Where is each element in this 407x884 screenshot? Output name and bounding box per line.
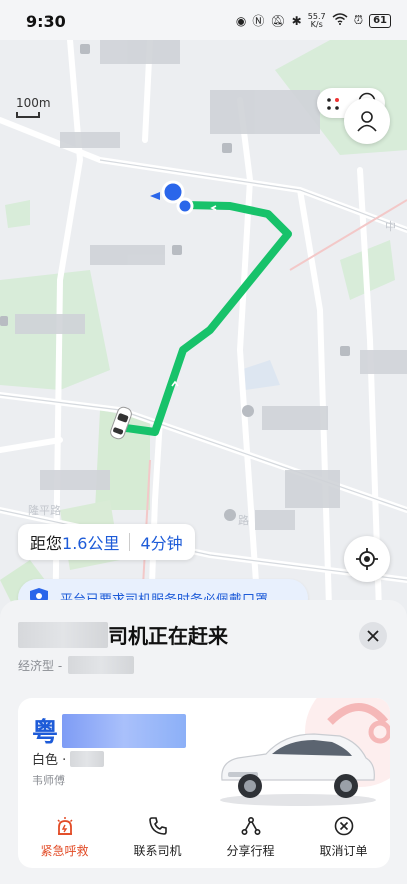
driver-name: 韦师傅 — [32, 774, 65, 787]
more-dots-icon[interactable] — [326, 96, 340, 110]
route-line — [122, 201, 292, 436]
action-bar: 紧急呼救 联系司机 分享行程 取消订单 — [18, 816, 390, 862]
nfc-icon: Ⓝ — [252, 14, 265, 28]
sheet-title: 司机正在赶来 — [18, 620, 228, 649]
car-type-label: 经济型 - — [18, 658, 63, 673]
license-plate: 粤 — [32, 712, 187, 749]
close-icon — [367, 630, 379, 642]
eta-time: 4分钟 — [140, 534, 183, 553]
net-speed: 55.7 K/s — [308, 12, 326, 29]
profile-button[interactable] — [344, 98, 390, 144]
sos-button[interactable]: 紧急呼救 — [18, 816, 111, 862]
redacted-car-info — [70, 750, 105, 767]
sos-label: 紧急呼救 — [40, 844, 89, 858]
cancel-order-label: 取消订单 — [319, 844, 368, 858]
crosshair-icon — [356, 548, 378, 570]
contact-driver-label: 联系司机 — [133, 844, 182, 858]
redacted-name — [18, 621, 108, 648]
share-icon — [240, 816, 261, 836]
contact-driver-button[interactable]: 联系司机 — [111, 816, 204, 862]
bluetooth-icon: ✱ — [291, 13, 302, 28]
share-trip-label: 分享行程 — [226, 844, 275, 858]
road-label: 路 — [238, 514, 249, 527]
eta-prefix: 距您 — [30, 534, 63, 553]
locate-button[interactable] — [344, 536, 390, 582]
passenger-location-icon — [150, 180, 194, 215]
user-icon — [357, 111, 377, 132]
alarm-icon: ⏰︎ — [353, 13, 364, 27]
car-image — [220, 733, 376, 806]
status-bar: 9:30 ◉ Ⓝ 🔕︎ ✱ 55.7 K/s ⏰︎ 61 — [0, 0, 407, 40]
share-trip-button[interactable]: 分享行程 — [204, 816, 297, 862]
map-scale-label: 100m — [16, 96, 51, 110]
mute-icon: 🔕︎ — [270, 13, 286, 28]
sheet-title-text: 司机正在赶来 — [108, 624, 228, 648]
cancel-icon — [334, 816, 353, 836]
wifi-icon — [332, 13, 348, 28]
battery-icon: 61 — [369, 13, 391, 28]
phone-icon — [148, 817, 167, 835]
eta-card: 距您 1.6公里 4分钟 — [18, 524, 195, 560]
eye-comfort-icon: ◉ — [235, 13, 247, 28]
driver-card[interactable]: 粤 白色 · 韦师傅 紧急呼救 联系司机 分享行程 取消订单 — [18, 698, 390, 868]
car-color-label: 白色 · — [32, 753, 67, 768]
map-scale: 100m — [16, 96, 51, 118]
car-type: 经济型 - — [18, 656, 135, 674]
cancel-order-button[interactable]: 取消订单 — [297, 816, 390, 862]
status-icons: ◉ Ⓝ 🔕︎ ✱ 55.7 K/s ⏰︎ 61 — [236, 12, 391, 29]
road-label: 隆平路 — [28, 503, 61, 517]
car-color: 白色 · — [32, 749, 105, 768]
map-view[interactable]: 中 路 隆平路 100m 距您 1.6公里 4分钟 — [0, 40, 407, 640]
redacted-plate — [62, 713, 187, 748]
redacted-car-model — [68, 656, 135, 674]
eta-distance: 1.6公里 — [62, 534, 120, 553]
sos-icon — [56, 817, 73, 835]
status-time: 9:30 — [26, 12, 66, 31]
road-label: 中 — [385, 220, 396, 233]
plate-prefix: 粤 — [32, 718, 59, 748]
net-speed-unit: K/s — [310, 19, 323, 29]
trip-sheet: 司机正在赶来 经济型 - 粤 白色 · 韦师傅 紧急呼救 联系司机 分享行程 取… — [0, 600, 407, 884]
close-button[interactable] — [359, 622, 387, 650]
